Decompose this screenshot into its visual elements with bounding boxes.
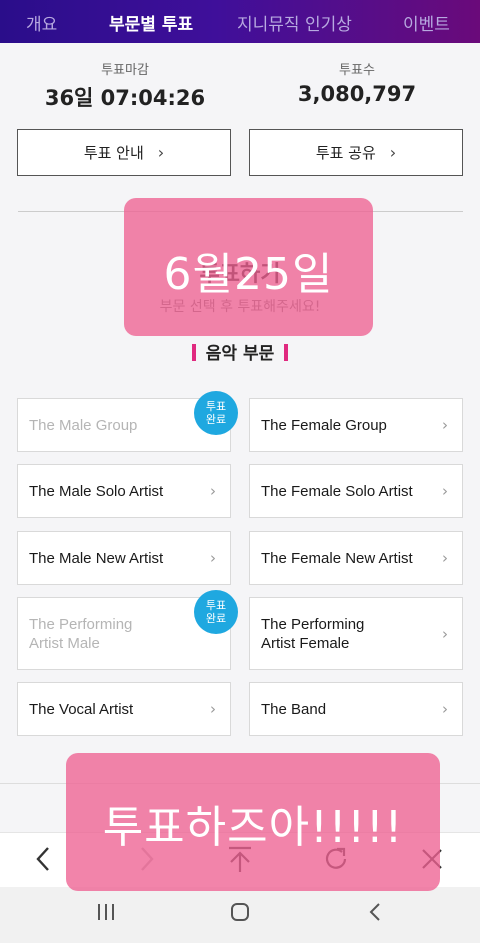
category-card-male-solo[interactable]: The Male Solo Artist ›	[17, 464, 231, 518]
category-name: The Male Group	[29, 416, 138, 434]
section-bar-left	[191, 344, 196, 361]
chevron-right-icon: ›	[210, 482, 216, 500]
tab-category-vote[interactable]: 부문별 투표	[109, 10, 193, 35]
tab-overview[interactable]: 개요	[26, 10, 57, 35]
votes-stat: 투표수 3,080,797	[237, 59, 477, 106]
chevron-right-icon: ›	[442, 482, 448, 500]
category-name: The Band	[261, 700, 327, 718]
recent-apps-icon[interactable]	[96, 902, 116, 928]
category-name: The Female New Artist	[261, 549, 413, 567]
vote-guide-button[interactable]: 투표 안내 ›	[17, 129, 231, 176]
system-navigation-bar	[0, 887, 480, 943]
category-name: The Vocal Artist	[29, 700, 134, 718]
vote-share-button[interactable]: 투표 공유 ›	[249, 129, 463, 176]
top-navigation: 개요 부문별 투표 지니뮤직 인기상 이벤트	[0, 0, 480, 43]
date-sticker-text: 6월25일	[163, 249, 334, 300]
cheer-sticker-overlay: 투표하즈아!!!!!	[66, 753, 440, 891]
category-name: The Performing Artist Female	[261, 615, 365, 652]
category-name: The Male Solo Artist	[29, 482, 164, 500]
chevron-right-icon: ›	[210, 700, 216, 718]
chevron-right-icon: ›	[389, 143, 397, 162]
chevron-right-icon: ›	[442, 416, 448, 434]
tab-genie-popularity[interactable]: 지니뮤직 인기상	[237, 10, 352, 35]
section-bar-right	[284, 344, 289, 361]
category-name: The Performing Artist Male	[29, 615, 133, 652]
category-card-female-solo[interactable]: The Female Solo Artist ›	[249, 464, 463, 518]
chevron-right-icon: ›	[210, 549, 216, 567]
category-card-female-new[interactable]: The Female New Artist ›	[249, 531, 463, 585]
category-card-performing-female[interactable]: The Performing Artist Female ›	[249, 597, 463, 670]
vote-guide-label: 투표 안내	[83, 144, 144, 162]
date-sticker-overlay: 6월25일	[124, 198, 373, 336]
category-card-male-new[interactable]: The Male New Artist ›	[17, 531, 231, 585]
vote-complete-badge: 투표 완료	[194, 590, 238, 634]
category-name: The Male New Artist	[29, 549, 164, 567]
section-header: 음악 부문	[0, 339, 480, 364]
category-card-male-group[interactable]: The Male Group 투표 완료	[17, 391, 238, 452]
category-card-performing-male[interactable]: The Performing Artist Male 투표 완료	[17, 590, 238, 670]
chevron-left-icon[interactable]	[34, 845, 52, 880]
cheer-sticker-text: 투표하즈아!!!!!	[102, 802, 404, 853]
category-card-vocal[interactable]: The Vocal Artist ›	[17, 682, 231, 736]
category-name: The Female Group	[261, 416, 387, 434]
deadline-label: 투표마감	[101, 63, 149, 78]
deadline-value: 36일 07:04:26	[44, 86, 206, 110]
votes-value: 3,080,797	[297, 82, 417, 106]
category-card-female-group[interactable]: The Female Group ›	[249, 398, 463, 452]
vote-complete-badge: 투표 완료	[194, 391, 238, 435]
vote-stats: 투표마감 36일 07:04:26 투표수 3,080,797	[0, 43, 480, 123]
home-icon[interactable]	[230, 902, 250, 928]
votes-label: 투표수	[339, 63, 375, 78]
chevron-right-icon: ›	[442, 700, 448, 718]
back-icon[interactable]	[368, 902, 382, 928]
section-title: 음악 부문	[205, 344, 275, 364]
vote-share-label: 투표 공유	[315, 144, 376, 162]
chevron-right-icon: ›	[442, 549, 448, 567]
deadline-stat: 투표마감 36일 07:04:26	[5, 59, 245, 112]
chevron-right-icon: ›	[157, 143, 165, 162]
category-name: The Female Solo Artist	[261, 482, 413, 500]
tab-event[interactable]: 이벤트	[403, 10, 450, 35]
chevron-right-icon: ›	[442, 624, 448, 643]
category-card-band[interactable]: The Band ›	[249, 682, 463, 736]
